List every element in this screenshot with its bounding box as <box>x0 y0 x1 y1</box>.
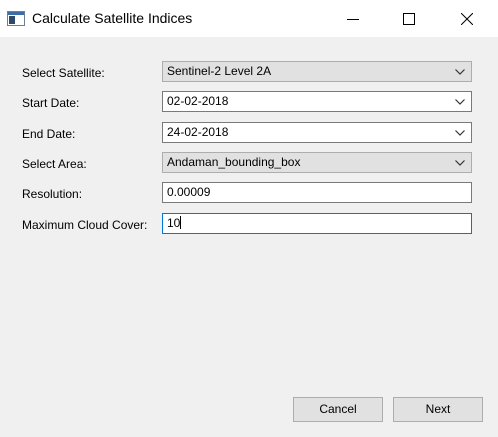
maximize-button[interactable] <box>386 0 432 37</box>
chevron-down-icon <box>455 69 465 75</box>
window-title: Calculate Satellite Indices <box>32 10 193 26</box>
minimize-icon <box>347 18 359 20</box>
close-button[interactable] <box>444 0 490 37</box>
text-caret <box>180 216 182 229</box>
end-date-picker[interactable]: 24-02-2018 <box>162 122 472 143</box>
satellite-select[interactable]: Sentinel-2 Level 2A <box>162 61 472 82</box>
cloud-cover-input[interactable]: 10 <box>162 213 472 234</box>
start-date-value: 02-02-2018 <box>167 94 229 108</box>
resolution-input[interactable]: 0.00009 <box>162 182 472 203</box>
minimize-button[interactable] <box>330 0 376 37</box>
area-select[interactable]: Andaman_bounding_box <box>162 152 472 173</box>
satellite-select-value: Sentinel-2 Level 2A <box>167 64 272 78</box>
chevron-down-icon[interactable] <box>455 130 465 136</box>
cloud-cover-value: 10 <box>167 216 181 230</box>
area-select-value: Andaman_bounding_box <box>167 155 301 169</box>
resolution-label: Resolution: <box>22 187 83 201</box>
cancel-button[interactable]: Cancel <box>293 397 383 422</box>
maximize-icon <box>403 12 415 25</box>
chevron-down-icon <box>455 160 465 166</box>
resolution-value: 0.00009 <box>167 185 211 199</box>
start-date-picker[interactable]: 02-02-2018 <box>162 91 472 112</box>
satellite-label: Select Satellite: <box>22 66 105 80</box>
title-bar: Calculate Satellite Indices <box>0 0 498 37</box>
cloud-cover-label: Maximum Cloud Cover: <box>22 218 148 232</box>
window-app-icon <box>7 11 25 26</box>
start-date-label: Start Date: <box>22 96 80 110</box>
area-label: Select Area: <box>22 157 87 171</box>
close-icon <box>461 12 473 25</box>
next-button[interactable]: Next <box>393 397 483 422</box>
end-date-value: 24-02-2018 <box>167 125 229 139</box>
chevron-down-icon[interactable] <box>455 99 465 105</box>
end-date-label: End Date: <box>22 127 76 141</box>
